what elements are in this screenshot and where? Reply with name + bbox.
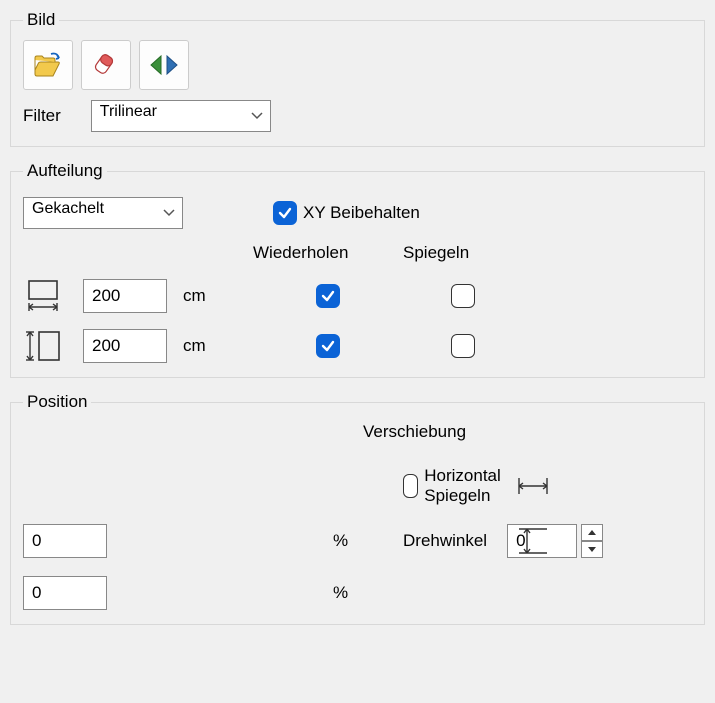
check-icon bbox=[320, 288, 336, 304]
filter-label: Filter bbox=[23, 106, 61, 126]
shift-y-input[interactable] bbox=[23, 576, 107, 610]
filter-select[interactable]: Trilinear bbox=[91, 100, 271, 132]
angle-up-button[interactable] bbox=[581, 524, 603, 541]
tile-height-unit: cm bbox=[183, 336, 253, 356]
shift-y-unit: % bbox=[333, 583, 403, 603]
tile-width-input[interactable] bbox=[83, 279, 167, 313]
angle-down-button[interactable] bbox=[581, 541, 603, 558]
bild-legend: Bild bbox=[23, 10, 59, 30]
triangle-down-icon bbox=[587, 546, 597, 553]
folder-open-icon bbox=[33, 52, 63, 78]
repeat-header: Wiederholen bbox=[253, 243, 403, 263]
xy-lock-checkbox[interactable] bbox=[273, 201, 297, 225]
tile-mode-value: Gekachelt bbox=[32, 200, 104, 217]
swap-button[interactable] bbox=[139, 40, 189, 90]
shift-x-unit: % bbox=[333, 531, 403, 551]
check-icon bbox=[277, 205, 293, 221]
horizontal-mirror-label: Horizontal Spiegeln bbox=[424, 466, 513, 506]
bild-group: Bild Filter Trilinear bbox=[10, 10, 705, 147]
width-mirror-checkbox[interactable] bbox=[451, 284, 475, 308]
tile-width-unit: cm bbox=[183, 286, 253, 306]
shift-x-icon bbox=[513, 472, 553, 500]
aufteilung-legend: Aufteilung bbox=[23, 161, 107, 181]
position-group: Position Verschiebung Horizontal Spiegel… bbox=[10, 392, 705, 625]
width-icon bbox=[25, 279, 61, 313]
open-image-button[interactable] bbox=[23, 40, 73, 90]
erase-image-button[interactable] bbox=[81, 40, 131, 90]
angle-label: Drehwinkel bbox=[403, 531, 487, 551]
height-icon bbox=[23, 330, 63, 362]
horizontal-mirror-checkbox[interactable] bbox=[403, 474, 418, 498]
shift-header: Verschiebung bbox=[333, 422, 553, 442]
height-repeat-checkbox[interactable] bbox=[316, 334, 340, 358]
shift-x-input[interactable] bbox=[23, 524, 107, 558]
shift-y-icon bbox=[513, 525, 553, 557]
eraser-icon bbox=[91, 52, 121, 78]
mirror-header: Spiegeln bbox=[403, 243, 523, 263]
tile-mode-select[interactable]: Gekachelt bbox=[23, 197, 183, 229]
position-legend: Position bbox=[23, 392, 91, 412]
triangle-up-icon bbox=[587, 529, 597, 536]
filter-value: Trilinear bbox=[100, 103, 157, 120]
aufteilung-group: Aufteilung Gekachelt XY Beibehalten Wied… bbox=[10, 161, 705, 378]
bild-toolbar bbox=[23, 40, 692, 90]
check-icon bbox=[320, 338, 336, 354]
tile-height-input[interactable] bbox=[83, 329, 167, 363]
swap-arrows-icon bbox=[147, 52, 181, 78]
width-repeat-checkbox[interactable] bbox=[316, 284, 340, 308]
height-mirror-checkbox[interactable] bbox=[451, 334, 475, 358]
xy-lock-label: XY Beibehalten bbox=[303, 203, 420, 223]
